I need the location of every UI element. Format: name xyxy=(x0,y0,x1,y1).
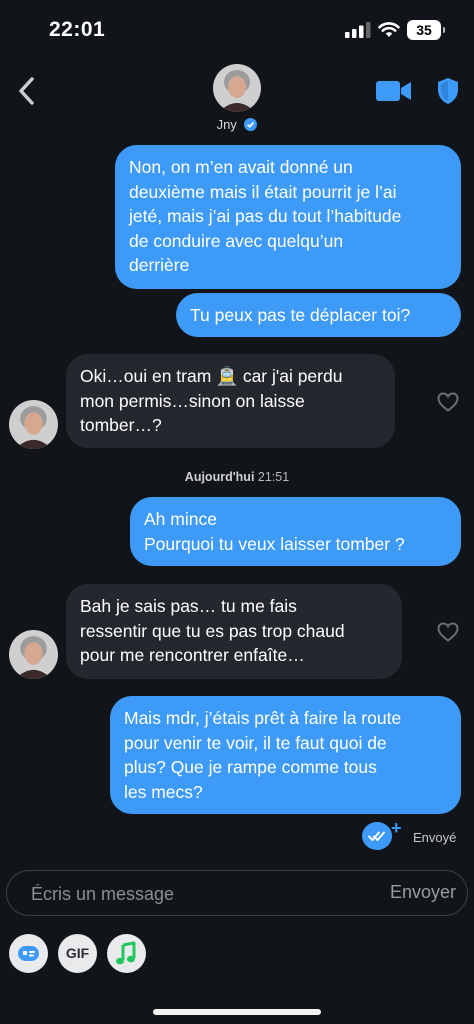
delivery-status: Envoyé xyxy=(413,830,457,845)
contact-avatar-small[interactable] xyxy=(9,400,58,449)
sticker-button[interactable] xyxy=(9,934,48,973)
send-button[interactable]: Envoyer xyxy=(390,882,456,903)
music-button[interactable] xyxy=(107,934,146,973)
message-composer: Envoyer xyxy=(6,870,468,917)
status-time: 22:01 xyxy=(49,18,106,41)
sticker-icon xyxy=(18,946,39,961)
contact-name-row[interactable]: Jny xyxy=(0,117,474,132)
message-outgoing[interactable]: Mais mdr, j’étais prêt à faire la route … xyxy=(110,696,461,814)
shield-icon[interactable] xyxy=(436,77,460,105)
music-icon xyxy=(116,941,136,965)
heart-icon[interactable] xyxy=(437,622,459,642)
message-text: Oki…oui en tram xyxy=(80,366,217,386)
message-input[interactable] xyxy=(29,871,363,917)
timestamp-separator: Aujourd'hui 21:51 xyxy=(0,470,474,484)
contact-name: Jny xyxy=(216,117,237,132)
wifi-icon xyxy=(378,22,400,37)
verified-badge-icon xyxy=(244,118,258,131)
message-outgoing[interactable]: Tu peux pas te déplacer toi? xyxy=(176,293,461,337)
message-incoming[interactable]: Oki…oui en tram 🚊 car j'ai perdu mon per… xyxy=(66,354,395,448)
heart-icon[interactable] xyxy=(437,392,459,412)
chat-header: Jny xyxy=(0,60,474,140)
message-outgoing[interactable]: Ah mince Pourquoi tu veux laisser tomber… xyxy=(130,497,461,566)
gif-button[interactable]: GIF xyxy=(58,934,97,973)
plus-icon: + xyxy=(391,818,402,838)
tram-emoji: 🚊 xyxy=(216,366,238,386)
status-bar: 22:01 35 xyxy=(0,0,474,60)
contact-avatar-small[interactable] xyxy=(9,630,58,679)
cellular-signal-icon xyxy=(345,22,371,38)
video-call-icon[interactable] xyxy=(376,80,412,102)
contact-avatar[interactable] xyxy=(213,64,261,112)
timestamp-day: Aujourd'hui xyxy=(184,470,255,484)
double-check-icon xyxy=(362,822,392,850)
timestamp-time: 21:51 xyxy=(257,470,290,484)
message-incoming[interactable]: Bah je sais pas… tu me fais ressentir qu… xyxy=(66,584,402,679)
back-chevron-icon[interactable] xyxy=(16,76,38,106)
gif-icon: GIF xyxy=(65,945,90,961)
message-outgoing[interactable]: Non, on m’en avait donné un deuxième mai… xyxy=(115,145,461,289)
battery-indicator: 35 xyxy=(407,20,445,40)
home-indicator xyxy=(153,1009,321,1015)
